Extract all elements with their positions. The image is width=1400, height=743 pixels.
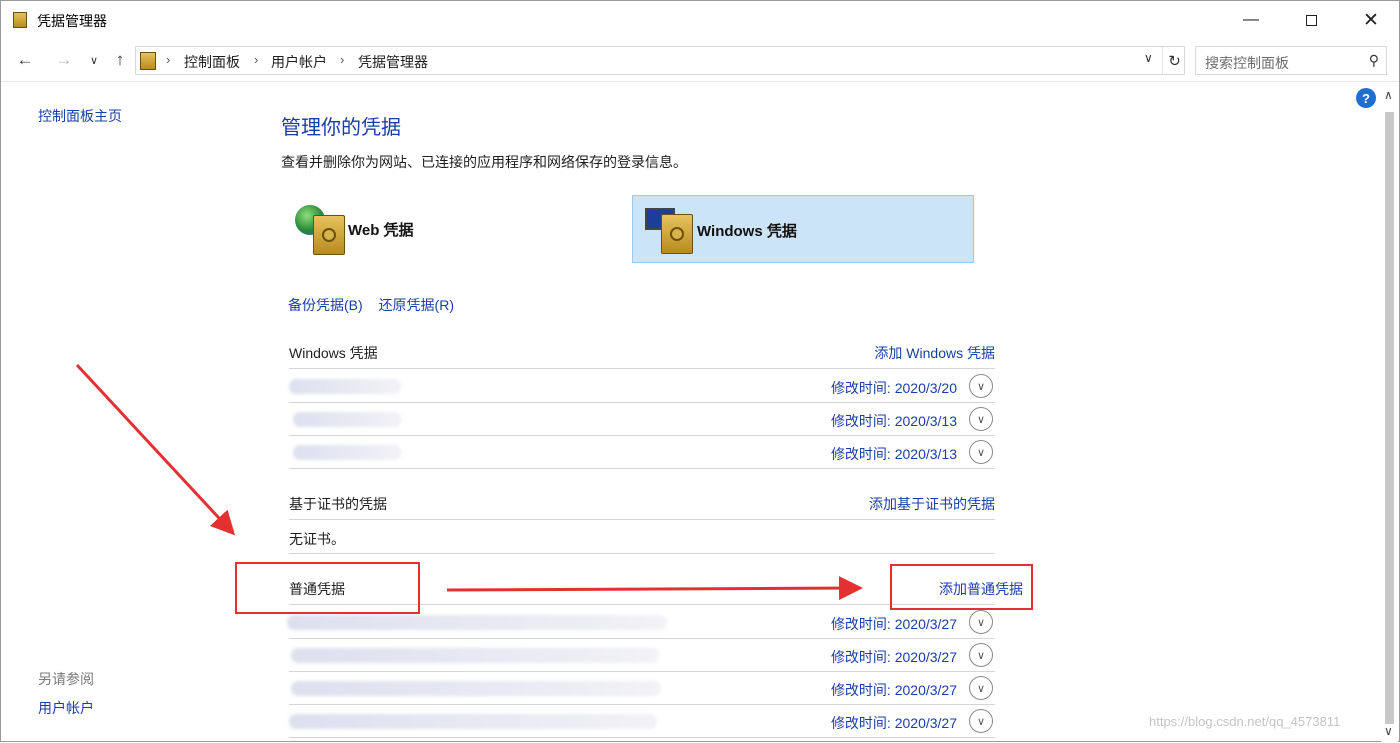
breadcrumb-credential-manager[interactable]: 凭据管理器 [358, 52, 428, 72]
credential-row[interactable]: 修改时间: 2020/3/13 ∨ [289, 436, 995, 469]
breadcrumb-user-accounts[interactable]: 用户帐户 [271, 52, 327, 72]
address-dropdown-icon[interactable]: ∨ [1144, 51, 1153, 65]
scrollbar-thumb[interactable] [1385, 112, 1394, 724]
restore-credentials-link[interactable]: 还原凭据(R) [379, 297, 454, 313]
recent-locations-button[interactable]: ∨ [83, 48, 105, 72]
redacted-credential-name [291, 681, 661, 696]
scroll-down-icon[interactable]: ∨ [1384, 724, 1393, 738]
expand-chevron-icon[interactable]: ∨ [969, 676, 993, 700]
redacted-credential-name [293, 445, 401, 460]
section-title: Windows 凭据 [289, 345, 378, 361]
control-panel-icon [140, 52, 156, 70]
refresh-icon: ↻ [1168, 52, 1181, 70]
modified-date: 修改时间: 2020/3/27 [830, 649, 957, 665]
redacted-credential-name [291, 648, 659, 663]
breadcrumb-separator-icon: › [254, 52, 259, 67]
address-bar[interactable]: › 控制面板 › 用户帐户 › 凭据管理器 ∨ ↻ [135, 46, 1185, 75]
credential-row[interactable]: 修改时间: 2020/3/27 ∨ [289, 705, 995, 738]
annotation-box-generic-title [235, 562, 420, 614]
no-certificates-text: 无证书。 [289, 531, 345, 547]
left-pane: 控制面板主页 另请参阅 用户帐户 [1, 82, 261, 742]
redacted-credential-name [287, 615, 667, 630]
expand-chevron-icon[interactable]: ∨ [969, 709, 993, 733]
redacted-credential-name [289, 379, 401, 394]
see-also-heading: 另请参阅 [38, 671, 94, 687]
backup-restore-links: 备份凭据(B) 还原凭据(R) [288, 295, 466, 315]
add-certificate-credential-link[interactable]: 添加基于证书的凭据 [869, 494, 995, 514]
credential-manager-window: 凭据管理器 — ✕ ← → ∨ ↑ › 控制面板 › 用户帐户 › 凭据管理器 … [0, 0, 1400, 742]
credential-manager-icon [13, 12, 27, 28]
expand-chevron-icon[interactable]: ∨ [969, 610, 993, 634]
close-icon: ✕ [1363, 9, 1379, 31]
add-windows-credential-link[interactable]: 添加 Windows 凭据 [874, 343, 995, 363]
maximize-icon [1305, 14, 1317, 26]
watermark-text: https://blog.csdn.net/qq_4573811 [1149, 714, 1341, 729]
modified-date: 修改时间: 2020/3/20 [830, 380, 957, 396]
credential-row[interactable]: 修改时间: 2020/3/27 ∨ [289, 639, 995, 672]
credential-row[interactable]: 修改时间: 2020/3/27 ∨ [289, 672, 995, 705]
forward-arrow-icon: → [55, 50, 73, 69]
control-panel-home-link[interactable]: 控制面板主页 [38, 106, 122, 126]
vertical-scrollbar[interactable]: ∧ ∨ [1381, 86, 1398, 742]
help-icon: ? [1362, 90, 1370, 106]
web-credentials-tile[interactable]: Web 凭据 [291, 195, 621, 263]
vault-icon [313, 215, 345, 255]
expand-chevron-icon[interactable]: ∨ [969, 643, 993, 667]
modified-date: 修改时间: 2020/3/27 [830, 715, 957, 731]
annotation-box-add-generic [890, 564, 1033, 610]
back-button[interactable]: ← [14, 48, 36, 72]
help-button[interactable]: ? [1356, 88, 1376, 108]
redacted-credential-name [293, 412, 401, 427]
modified-date: 修改时间: 2020/3/27 [830, 616, 957, 632]
navigation-bar: ← → ∨ ↑ › 控制面板 › 用户帐户 › 凭据管理器 ∨ ↻ 搜索控制面板… [1, 39, 1399, 81]
page-description: 查看并删除你为网站、已连接的应用程序和网络保存的登录信息。 [281, 154, 687, 170]
redacted-credential-name [289, 714, 657, 729]
page-title: 管理你的凭据 [281, 117, 401, 139]
backup-credentials-link[interactable]: 备份凭据(B) [288, 297, 363, 313]
credential-row[interactable]: 修改时间: 2020/3/13 ∨ [289, 403, 995, 436]
breadcrumb-control-panel[interactable]: 控制面板 [184, 52, 240, 72]
forward-button[interactable]: → [53, 48, 75, 72]
search-placeholder: 搜索控制面板 [1205, 55, 1289, 71]
refresh-button[interactable]: ↻ [1162, 47, 1186, 74]
minimize-button[interactable]: — [1221, 1, 1281, 39]
modified-date: 修改时间: 2020/3/13 [830, 446, 957, 462]
expand-chevron-icon[interactable]: ∨ [969, 407, 993, 431]
windows-credentials-tile[interactable]: Windows 凭据 [632, 195, 974, 263]
web-credentials-label: Web 凭据 [348, 222, 414, 239]
search-icon[interactable]: ⚲ [1369, 52, 1379, 69]
title-bar: 凭据管理器 — ✕ [1, 1, 1399, 39]
close-button[interactable]: ✕ [1341, 1, 1400, 39]
section-header: Windows 凭据 添加 Windows 凭据 [289, 337, 995, 369]
user-accounts-link[interactable]: 用户帐户 [38, 698, 94, 718]
search-box[interactable]: 搜索控制面板 ⚲ [1195, 46, 1387, 75]
modified-date: 修改时间: 2020/3/13 [830, 413, 957, 429]
up-arrow-icon: ↑ [115, 50, 125, 69]
chevron-down-icon: ∨ [89, 54, 99, 67]
breadcrumb-separator-icon: › [166, 52, 171, 67]
windows-credentials-label: Windows 凭据 [697, 223, 797, 240]
up-button[interactable]: ↑ [109, 48, 131, 72]
maximize-button[interactable] [1281, 1, 1341, 39]
expand-chevron-icon[interactable]: ∨ [969, 374, 993, 398]
section-title: 基于证书的凭据 [289, 496, 387, 512]
modified-date: 修改时间: 2020/3/27 [830, 682, 957, 698]
scroll-up-icon[interactable]: ∧ [1384, 88, 1393, 102]
empty-row: 无证书。 [289, 521, 995, 554]
breadcrumb-separator-icon: › [340, 52, 345, 67]
window-title: 凭据管理器 [37, 13, 107, 29]
back-arrow-icon: ← [16, 50, 34, 69]
vault-icon [661, 214, 693, 254]
section-header: 基于证书的凭据 添加基于证书的凭据 [289, 488, 995, 520]
minimize-icon: — [1243, 11, 1259, 28]
expand-chevron-icon[interactable]: ∨ [969, 440, 993, 464]
credential-row[interactable]: 修改时间: 2020/3/20 ∨ [289, 370, 995, 403]
